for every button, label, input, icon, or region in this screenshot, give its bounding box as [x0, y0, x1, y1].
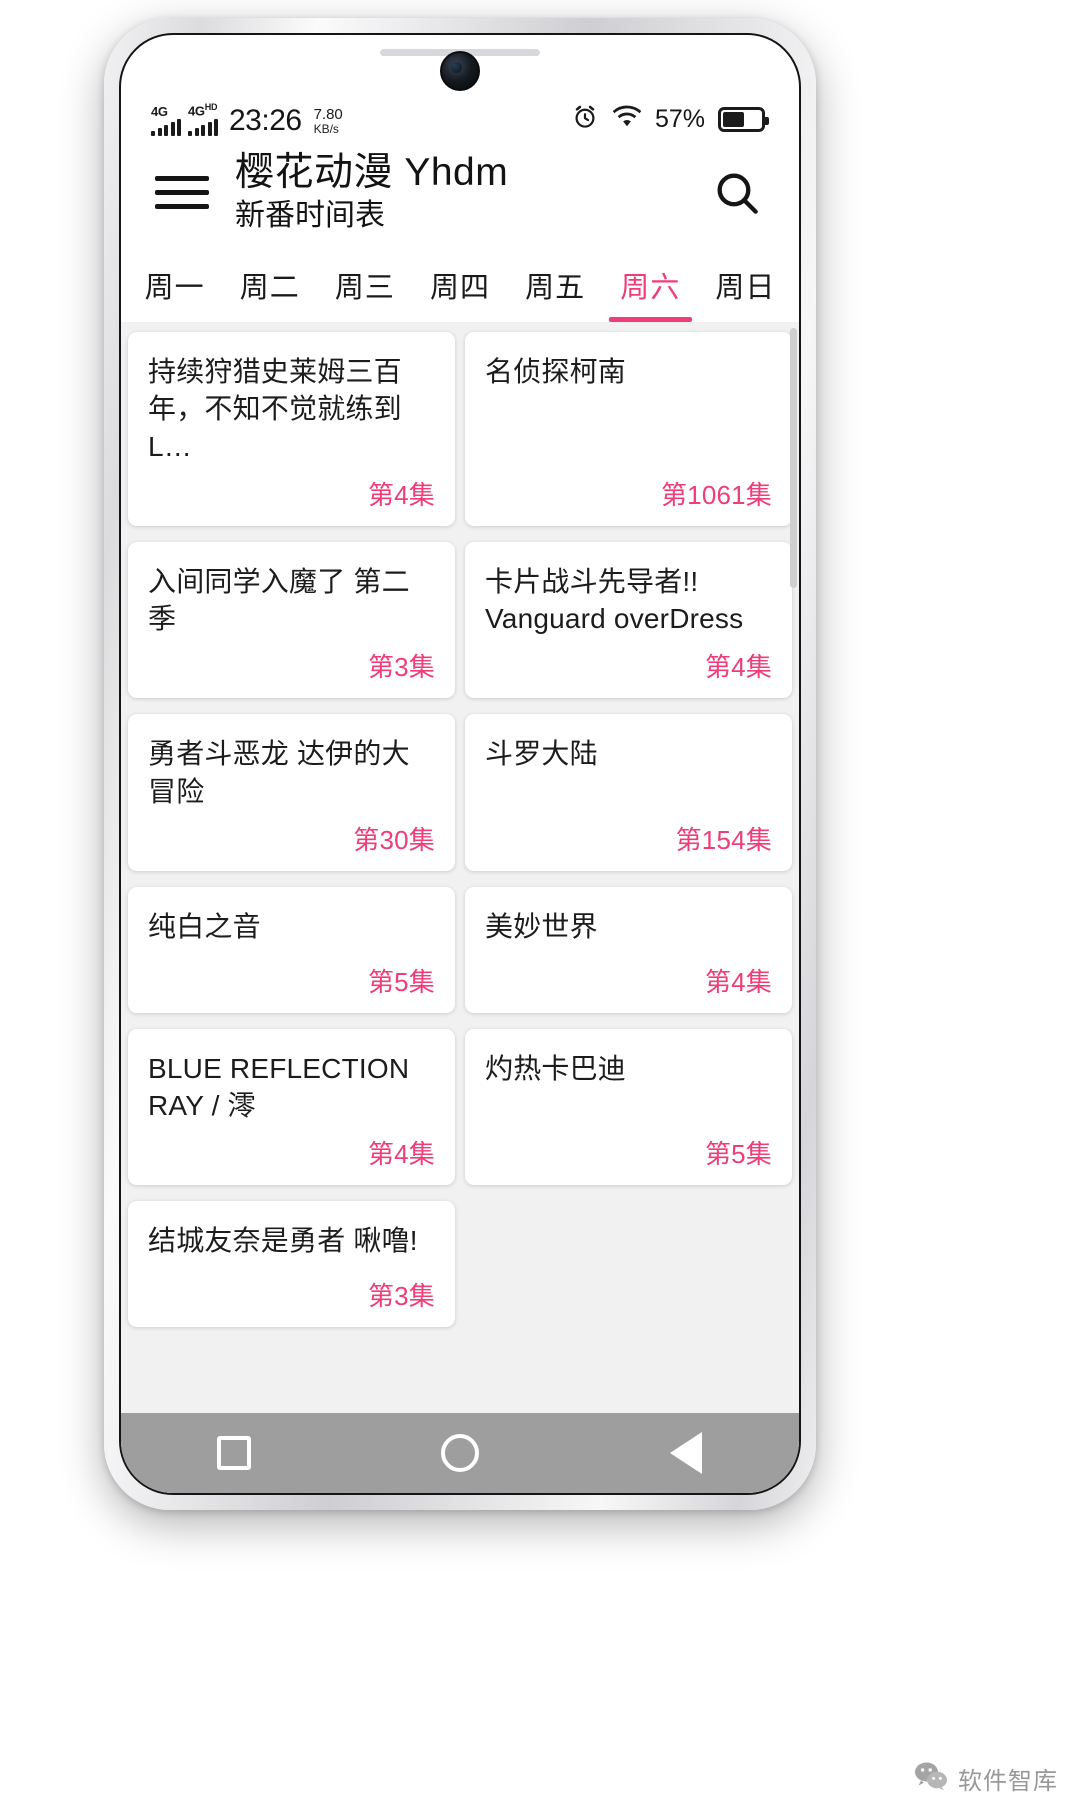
tab-weekday-3[interactable]: 周三	[317, 248, 412, 322]
signal-1: 4G	[151, 103, 181, 136]
screen: 4G 4GHD 23:26 7.80 KB/s 57% 樱花动漫 Yhdm 新番…	[121, 93, 799, 1493]
anime-title: 斗罗大陆	[485, 738, 598, 770]
episode-badge: 第5集	[704, 1139, 772, 1170]
hamburger-menu-icon[interactable]	[155, 176, 209, 210]
status-bar: 4G 4GHD 23:26 7.80 KB/s 57%	[121, 93, 799, 145]
anime-card[interactable]: 持续狩猎史莱姆三百年，不知不觉就练到L… 第4集	[128, 332, 455, 526]
schedule-row: 入间同学入魔了 第二季 第3集 卡片战斗先导者!! Vanguard overDre…	[128, 541, 792, 714]
episode-badge: 第5集	[367, 966, 435, 997]
schedule-row: BLUE REFLECTION RAY / 澪第4集 灼热卡巴迪 第5集	[128, 1028, 792, 1201]
schedule-row: 纯白之音 第5集 美妙世界 第4集	[128, 886, 792, 1029]
tab-weekday-5[interactable]: 周五	[508, 248, 603, 322]
episode-badge: 第30集	[353, 824, 435, 855]
anime-title: 持续狩猎史莱姆三百年，不知不觉就练到L…	[148, 356, 402, 462]
tab-weekday-7[interactable]: 周日	[698, 248, 793, 322]
anime-title: 卡片战斗先导者!! Vanguard overDress	[485, 565, 744, 635]
anime-title: 名侦探柯南	[485, 356, 627, 388]
tab-weekday-2[interactable]: 周二	[222, 248, 317, 322]
anime-card[interactable]: 灼热卡巴迪第5集	[465, 1028, 792, 1186]
battery-percent-label: 57%	[654, 104, 705, 133]
alarm-clock-icon	[571, 103, 599, 136]
schedule-grid: 持续狩猎史莱姆三百年，不知不觉就练到L… 第4集 名侦探柯南 第1061集 入间同学入魔…	[128, 332, 792, 1343]
network-speed: 7.80 KB/s	[314, 107, 343, 135]
network-speed-value: 7.80	[313, 105, 343, 123]
status-bar-left: 4G 4GHD 23:26 7.80 KB/s	[151, 102, 343, 137]
anime-card[interactable]: 斗罗大陆第154集	[465, 714, 792, 871]
schedule-row: 勇者斗恶龙 达伊的大冒险 第30集 斗罗大陆 第154集	[128, 714, 792, 886]
network-type-2-label: 4GHD	[188, 102, 218, 119]
title-block: 樱花动漫 Yhdm 新番时间表	[235, 151, 709, 234]
signal-bars-1-icon	[151, 118, 181, 136]
anime-card[interactable]: 名侦探柯南第1061集	[465, 332, 792, 526]
episode-badge: 第3集	[367, 1281, 435, 1312]
episode-badge: 第4集	[704, 652, 772, 683]
episode-badge: 第1061集	[660, 479, 772, 510]
tab-weekday-4[interactable]: 周四	[412, 248, 507, 322]
circle-home-icon[interactable]	[428, 1421, 492, 1485]
weekday-tab-bar[interactable]: 周一 周二 周三 周四 周五 周六 周日	[121, 248, 799, 323]
phone-device: 4G 4GHD 23:26 7.80 KB/s 57% 樱花动漫 Yhdm 新番…	[104, 18, 816, 1510]
tab-weekday-6[interactable]: 周六	[603, 248, 698, 323]
episode-badge: 第4集	[367, 1139, 435, 1170]
empty-slot	[465, 1201, 792, 1327]
episode-badge: 第3集	[367, 652, 435, 683]
anime-card[interactable]: 勇者斗恶龙 达伊的大冒险第30集	[128, 714, 455, 871]
anime-title: 勇者斗恶龙 达伊的大冒险	[148, 738, 410, 807]
search-icon[interactable]	[709, 165, 765, 221]
schedule-row: 结城友奈是勇者 啾噜! 第3集	[128, 1201, 792, 1343]
schedule-list[interactable]: 持续狩猎史莱姆三百年，不知不觉就练到L… 第4集 名侦探柯南 第1061集 入间同学入魔…	[121, 322, 799, 1413]
watermark: 软件智库	[914, 1761, 1058, 1796]
page-title: 樱花动漫 Yhdm	[235, 151, 509, 194]
signal-bars-2-icon	[188, 118, 218, 136]
episode-badge: 第154集	[675, 824, 772, 855]
wifi-icon	[612, 104, 642, 135]
android-navigation-bar	[121, 1413, 799, 1493]
anime-title: 纯白之音	[148, 910, 261, 942]
anime-title: BLUE REFLECTION RAY / 澪	[148, 1052, 410, 1122]
anime-title: 入间同学入魔了 第二季	[148, 565, 410, 635]
wechat-icon	[914, 1761, 948, 1796]
network-type-1-label: 4G	[151, 103, 168, 119]
square-recents-icon[interactable]	[202, 1421, 266, 1485]
network-speed-unit: KB/s	[313, 121, 339, 136]
anime-card[interactable]: 卡片战斗先导者!! Vanguard overDress 第4集	[465, 541, 792, 699]
watermark-label: 软件智库	[958, 1768, 1058, 1795]
anime-card[interactable]: 美妙世界第4集	[465, 886, 792, 1013]
status-bar-right: 57%	[571, 103, 769, 136]
anime-card[interactable]: BLUE REFLECTION RAY / 澪第4集	[128, 1028, 455, 1186]
app-bar: 樱花动漫 Yhdm 新番时间表	[121, 145, 799, 249]
triangle-back-icon[interactable]	[654, 1421, 718, 1485]
anime-card[interactable]: 纯白之音第5集	[128, 886, 455, 1013]
anime-title: 美妙世界	[485, 910, 598, 942]
tab-weekday-1[interactable]: 周一	[127, 248, 222, 322]
status-bar-clock: 23:26	[229, 103, 302, 137]
phone-screen-bezel: 4G 4GHD 23:26 7.80 KB/s 57% 樱花动漫 Yhdm 新番…	[119, 33, 801, 1495]
episode-badge: 第4集	[704, 966, 772, 997]
schedule-row: 持续狩猎史莱姆三百年，不知不觉就练到L… 第4集 名侦探柯南 第1061集	[128, 332, 792, 542]
page-subtitle: 新番时间表	[235, 198, 385, 232]
anime-title: 结城友奈是勇者 啾噜!	[148, 1225, 418, 1257]
signal-2: 4GHD	[188, 102, 218, 136]
anime-card[interactable]: 结城友奈是勇者 啾噜! 第3集	[128, 1201, 455, 1328]
front-camera	[440, 51, 480, 91]
episode-badge: 第4集	[367, 479, 435, 510]
anime-title: 灼热卡巴迪	[485, 1052, 627, 1084]
anime-card[interactable]: 入间同学入魔了 第二季第3集	[128, 541, 455, 699]
battery-icon	[718, 106, 769, 132]
scrollbar-thumb[interactable]	[790, 328, 797, 589]
